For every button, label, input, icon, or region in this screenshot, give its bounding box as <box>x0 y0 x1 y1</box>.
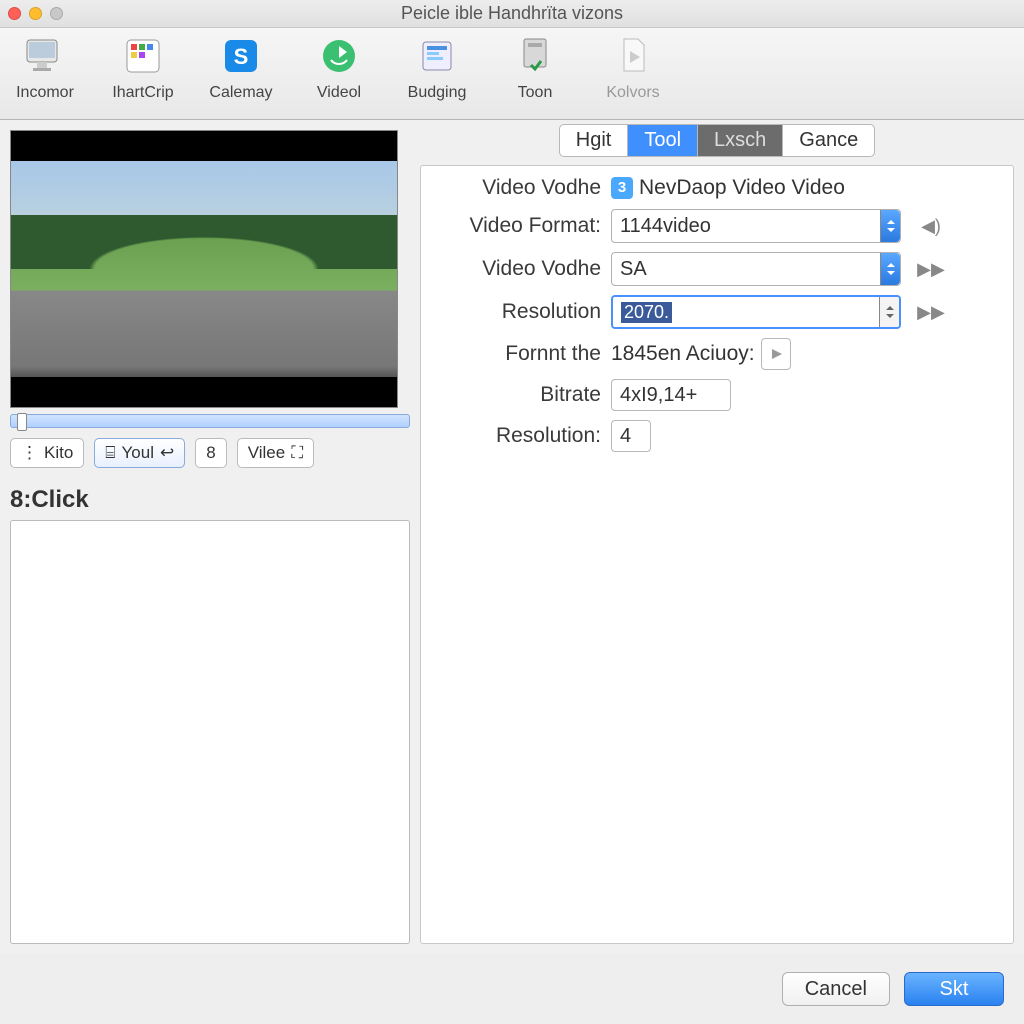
preview-controls: ⋮ Kito ⌸ Youl ↩ 8 Vilee ⛶ <box>10 438 410 468</box>
video-vodhe-combo[interactable]: SA <box>611 252 901 286</box>
cancel-button[interactable]: Cancel <box>782 972 890 1006</box>
small-play-button[interactable] <box>761 338 791 370</box>
traffic-lights <box>8 7 63 20</box>
field-text: 4 <box>620 425 631 448</box>
zoom-icon[interactable] <box>50 7 63 20</box>
play-icon[interactable]: ▶▶ <box>911 259 951 280</box>
tab-tool[interactable]: Tool <box>628 125 698 156</box>
settings-panel: Video Vodhe 3 NevDaop Video Video Video … <box>420 165 1014 944</box>
toolbar-label: Calemay <box>209 84 272 102</box>
play-icon[interactable]: ▶▶ <box>911 302 951 323</box>
palette-icon <box>121 34 165 78</box>
return-icon: ↩ <box>160 443 174 463</box>
queue-list[interactable] <box>10 520 410 944</box>
toolbar-label: IhartCrip <box>112 84 173 102</box>
preview-btn-8[interactable]: 8 <box>195 438 226 468</box>
window-title: Peicle ible Handhrïta vizons <box>0 3 1024 24</box>
titlebar: Peicle ible Handhrïta vizons <box>0 0 1024 28</box>
resolution2-field[interactable]: 4 <box>611 420 651 452</box>
toolbar-label: Incomor <box>16 84 74 102</box>
sync-icon <box>317 34 361 78</box>
close-icon[interactable] <box>8 7 21 20</box>
minimize-icon[interactable] <box>29 7 42 20</box>
badge-icon: 3 <box>611 177 633 199</box>
preview-btn-vilee[interactable]: Vilee ⛶ <box>237 438 314 468</box>
video-preview[interactable] <box>10 130 398 408</box>
combo-value: 2070. <box>621 302 672 323</box>
footer: Cancel Skt <box>0 954 1024 1024</box>
toolbar-item-incomor[interactable]: Incomor <box>4 34 86 102</box>
field-value: 1845en Aciuoy: <box>611 338 911 370</box>
field-label: Resolution <box>451 300 611 324</box>
tab-hgit[interactable]: Hgit <box>560 125 629 156</box>
bitrate-field[interactable]: 4xI9,14+ <box>611 379 731 411</box>
toolbar-item-ihartcrip[interactable]: IhartCrip <box>102 34 184 102</box>
left-column: ⋮ Kito ⌸ Youl ↩ 8 Vilee ⛶ 8:Click <box>10 130 410 944</box>
svg-text:S: S <box>234 44 249 69</box>
toolbar-item-calemay[interactable]: S Calemay <box>200 34 282 102</box>
toolbar-label: Videol <box>317 84 361 102</box>
stepper-icon[interactable] <box>879 297 899 327</box>
combo-value: SA <box>620 258 647 281</box>
field-label: Bitrate <box>451 383 611 407</box>
btn-label: Youl <box>122 443 154 463</box>
resolution-combo[interactable]: 2070. <box>611 295 901 329</box>
click-label: 8:Click <box>10 486 410 514</box>
btn-label: Kito <box>44 443 73 463</box>
ok-button[interactable]: Skt <box>904 972 1004 1006</box>
preview-frame <box>11 161 397 377</box>
dots-icon: ⋮ <box>21 443 38 463</box>
field-label: Video Vodhe <box>451 257 611 281</box>
field-label: Fornnt the <box>451 342 611 366</box>
field-label: Resolution: <box>451 424 611 448</box>
monitor-icon <box>23 34 67 78</box>
tab-gance[interactable]: Gance <box>783 125 874 156</box>
toolbar-label: Kolvors <box>606 84 659 102</box>
field-label: Video Vodhe <box>451 176 611 200</box>
btn-label: Vilee <box>248 443 286 463</box>
skype-icon: S <box>219 34 263 78</box>
tab-bar: Hgit Tool Lxsch Gance <box>420 124 1014 165</box>
stepper-icon[interactable] <box>880 253 900 285</box>
toolbar-label: Budging <box>408 84 467 102</box>
toolbar-item-toon[interactable]: Toon <box>494 34 576 102</box>
btn-label: 8 <box>206 443 215 463</box>
field-label: Video Format: <box>451 214 611 238</box>
field-value: 3 NevDaop Video Video <box>611 176 911 200</box>
field-text: 4xI9,14+ <box>620 384 697 407</box>
field-text: NevDaop Video Video <box>639 176 845 200</box>
right-column: Hgit Tool Lxsch Gance Video Vodhe 3 NevD… <box>420 130 1014 944</box>
tab-lxsch[interactable]: Lxsch <box>698 125 783 156</box>
content: ⋮ Kito ⌸ Youl ↩ 8 Vilee ⛶ 8:Click Hgit T… <box>0 120 1024 954</box>
expand-icon: ⛶ <box>291 443 303 463</box>
scrub-slider[interactable] <box>10 414 410 428</box>
toolbar-item-budging[interactable]: Budging <box>396 34 478 102</box>
doc-icon <box>611 34 655 78</box>
field-text: 1845en Aciuoy: <box>611 342 755 366</box>
taskmgr-icon <box>415 34 459 78</box>
preview-btn-youl[interactable]: ⌸ Youl ↩ <box>94 438 185 468</box>
sound-icon[interactable]: ◀) <box>911 216 951 237</box>
stepper-icon[interactable] <box>880 210 900 242</box>
toolbar-label: Toon <box>518 84 553 102</box>
slider-thumb[interactable] <box>17 413 27 431</box>
combo-value: 1144video <box>620 215 711 238</box>
toolbar: Incomor IhartCrip S Calemay Videol Budgi… <box>0 28 1024 120</box>
toolbar-item-kolvors[interactable]: Kolvors <box>592 34 674 102</box>
video-format-combo[interactable]: 1144video <box>611 209 901 243</box>
preview-btn-kito[interactable]: ⋮ Kito <box>10 438 84 468</box>
toolbar-item-videol[interactable]: Videol <box>298 34 380 102</box>
shield-icon <box>513 34 557 78</box>
screen-icon: ⌸ <box>105 443 115 463</box>
